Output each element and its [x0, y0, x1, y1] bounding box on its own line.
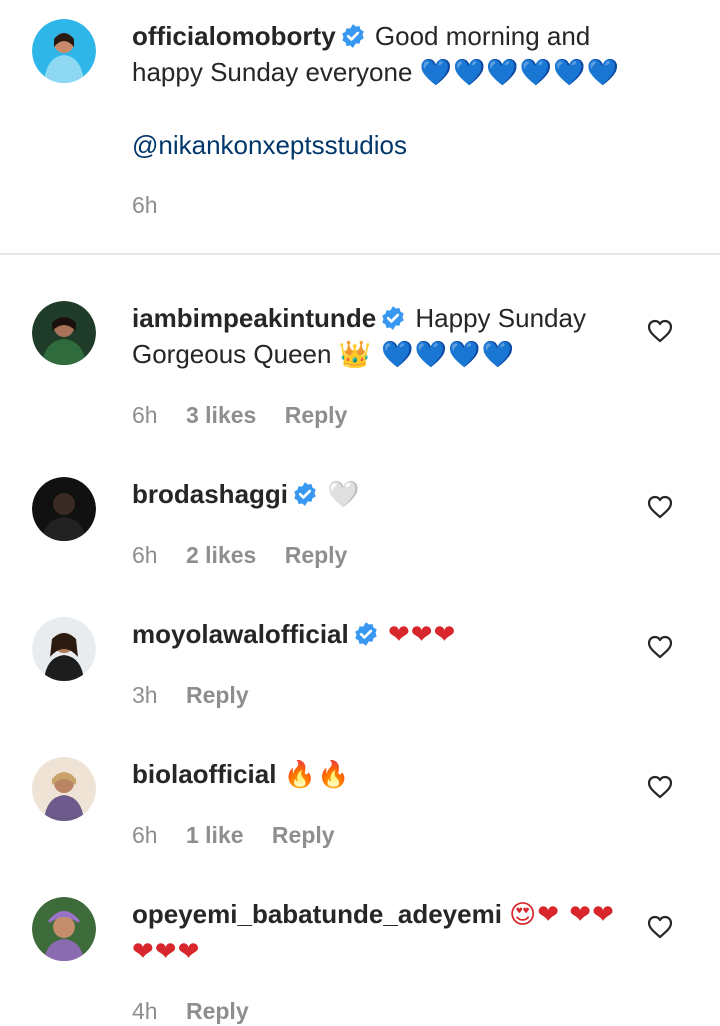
like-heart-icon[interactable] — [647, 635, 673, 659]
comment-emojis: 🔥🔥 — [283, 760, 351, 790]
verified-badge-icon — [380, 305, 406, 331]
comment-username[interactable]: moyolawalofficial — [132, 619, 349, 649]
comment-emojis: ❤❤❤ — [387, 620, 457, 650]
comment-time: 6h — [132, 402, 158, 428]
comment-meta: 4h Reply — [132, 996, 271, 1026]
comment-username[interactable]: biolaofficial — [132, 759, 276, 789]
comment-time: 3h — [132, 682, 158, 708]
comment-username[interactable]: opeyemi_babatunde_adeyemi — [132, 899, 502, 929]
verified-badge-icon — [353, 621, 379, 647]
avatar[interactable] — [32, 19, 96, 83]
caption-emojis: 💙💙💙💙💙💙 — [419, 58, 620, 88]
avatar[interactable] — [32, 617, 96, 681]
caption-text: officialomoborty Good morning and happy … — [132, 18, 622, 163]
reply-button[interactable]: Reply — [186, 682, 249, 708]
comment-username[interactable]: iambimpeakintunde — [132, 303, 376, 333]
comment-text: opeyemi_babatunde_adeyemi 😍❤ ❤❤❤❤❤ — [132, 896, 622, 970]
like-heart-icon[interactable] — [647, 319, 673, 343]
comment-emojis: 👑 💙💙💙💙 — [338, 340, 515, 370]
comment-text: moyolawalofficial ❤❤❤ — [132, 616, 622, 653]
comment-text: iambimpeakintunde Happy Sunday Gorgeous … — [132, 300, 622, 373]
comment-likes-link[interactable]: 2 likes — [186, 542, 256, 568]
like-heart-icon[interactable] — [647, 775, 673, 799]
comment-time: 4h — [132, 998, 158, 1024]
divider — [0, 253, 720, 255]
comment-meta: 6h 3 likes Reply — [132, 400, 369, 430]
comment-text: brodashaggi 🤍 — [132, 476, 622, 513]
comment-username[interactable]: brodashaggi — [132, 479, 288, 509]
comment-time: 6h — [132, 822, 158, 848]
caption-mention-link[interactable]: @nikankonxeptsstudios — [132, 127, 622, 163]
avatar[interactable] — [32, 757, 96, 821]
reply-button[interactable]: Reply — [186, 998, 249, 1024]
verified-badge-icon — [292, 481, 318, 507]
reply-button[interactable]: Reply — [285, 402, 348, 428]
comment-likes-link[interactable]: 1 like — [186, 822, 244, 848]
avatar[interactable] — [32, 897, 96, 961]
verified-badge-icon — [340, 23, 366, 49]
caption-time: 6h — [132, 192, 158, 218]
reply-button[interactable]: Reply — [285, 542, 348, 568]
caption-meta: 6h — [132, 190, 180, 220]
like-heart-icon[interactable] — [647, 495, 673, 519]
avatar[interactable] — [32, 301, 96, 365]
avatar[interactable] — [32, 477, 96, 541]
caption-username[interactable]: officialomoborty — [132, 21, 336, 51]
like-heart-icon[interactable] — [647, 915, 673, 939]
comment-meta: 3h Reply — [132, 680, 271, 710]
comment-text: biolaofficial 🔥🔥 — [132, 756, 622, 793]
comment-emojis: 🤍 — [327, 480, 361, 510]
reply-button[interactable]: Reply — [272, 822, 335, 848]
comment-likes-link[interactable]: 3 likes — [186, 402, 256, 428]
comment-meta: 6h 1 like Reply — [132, 820, 357, 850]
comment-time: 6h — [132, 542, 158, 568]
comment-meta: 6h 2 likes Reply — [132, 540, 369, 570]
